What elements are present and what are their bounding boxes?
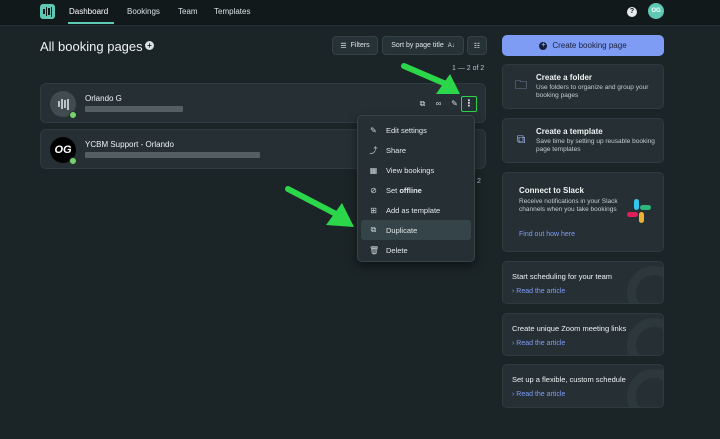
top-nav: Dashboard Bookings Team Templates ? OG xyxy=(0,0,720,26)
template-add-icon: ⊞ xyxy=(370,205,377,215)
filters-button[interactable]: ☰ Filters xyxy=(332,36,378,55)
nav-dashboard[interactable]: Dashboard xyxy=(69,7,108,16)
filter-icon: ☰ xyxy=(340,42,347,50)
article-link[interactable]: › Read the article xyxy=(512,340,565,347)
offline-icon: ⊘ xyxy=(370,185,377,195)
user-avatar[interactable]: OG xyxy=(648,3,664,19)
list-icon: ☷ xyxy=(473,42,481,50)
card-name: YCBM Support - Orlando xyxy=(85,140,174,149)
decorative-circle xyxy=(627,369,663,407)
more-options-button[interactable]: ⋮ xyxy=(461,96,477,112)
article-link[interactable]: › Read the article xyxy=(512,288,565,295)
annotation-arrow-icon xyxy=(285,186,354,227)
create-folder-card[interactable]: 🗀 Create a folder Use folders to organiz… xyxy=(502,64,664,109)
nav-bookings[interactable]: Bookings xyxy=(127,7,160,16)
create-template-card[interactable]: ⧉ Create a template Save time by setting… xyxy=(502,118,664,163)
help-icon[interactable]: ? xyxy=(627,7,637,17)
article-card[interactable]: Set up a flexible, custom schedule › Rea… xyxy=(502,364,664,408)
nav-team[interactable]: Team xyxy=(178,7,198,16)
menu-edit-settings[interactable]: ✎ Edit settings xyxy=(361,120,471,140)
menu-delete[interactable]: 🗑 Delete xyxy=(361,240,471,260)
copy-link-icon[interactable]: ∞ xyxy=(434,99,443,108)
decorative-circle xyxy=(627,266,663,303)
add-page-icon[interactable]: + xyxy=(145,41,154,50)
menu-view-bookings[interactable]: ▦ View bookings xyxy=(361,160,471,180)
sort-az-icon: A↓ xyxy=(447,42,455,49)
share-icon: ⤴ xyxy=(369,145,378,155)
external-link-icon[interactable]: ⧉ xyxy=(418,99,427,108)
menu-add-as-template[interactable]: ⊞ Add as template xyxy=(361,200,471,220)
pencil-icon: ✎ xyxy=(370,125,377,135)
duplicate-icon: ⧉ xyxy=(370,225,377,234)
article-link[interactable]: › Read the article xyxy=(512,391,565,398)
decorative-circle xyxy=(627,318,663,355)
article-card[interactable]: Create unique Zoom meeting links › Read … xyxy=(502,313,664,356)
annotation-arrow-icon xyxy=(401,63,460,94)
page-title: All booking pages xyxy=(40,39,143,54)
online-status-dot xyxy=(69,111,77,119)
menu-set-offline[interactable]: ⊘ Set offline xyxy=(361,180,471,200)
menu-duplicate[interactable]: ⧉ Duplicate xyxy=(361,220,471,240)
card-url-redacted xyxy=(85,106,183,112)
plus-icon: + xyxy=(539,41,548,50)
create-booking-page-button[interactable]: + Create booking page xyxy=(502,35,664,56)
online-status-dot xyxy=(69,157,77,165)
card-url-redacted xyxy=(85,152,260,158)
template-icon: ⧉ xyxy=(516,132,526,146)
edit-pencil-icon[interactable]: ✎ xyxy=(450,99,459,108)
menu-share[interactable]: ⤴ Share xyxy=(361,140,471,160)
active-tab-indicator xyxy=(68,22,114,24)
folder-add-icon: 🗀 xyxy=(514,78,527,92)
pagination-partial: 2 xyxy=(477,178,481,185)
slack-learn-link[interactable]: Find out how here xyxy=(519,231,575,238)
options-dropdown: ✎ Edit settings ⤴ Share ▦ View bookings … xyxy=(357,115,475,262)
calendar-icon: ▦ xyxy=(369,165,378,175)
list-view-button[interactable]: ☷ xyxy=(467,36,487,55)
app-logo[interactable] xyxy=(40,4,55,19)
nav-templates[interactable]: Templates xyxy=(214,7,250,16)
trash-icon: 🗑 xyxy=(369,245,380,255)
article-card[interactable]: Start scheduling for your team › Read th… xyxy=(502,261,664,304)
slack-logo-icon xyxy=(627,199,651,223)
card-name: Orlando G xyxy=(85,94,122,103)
sort-button[interactable]: Sort by page title A↓ xyxy=(382,36,464,55)
